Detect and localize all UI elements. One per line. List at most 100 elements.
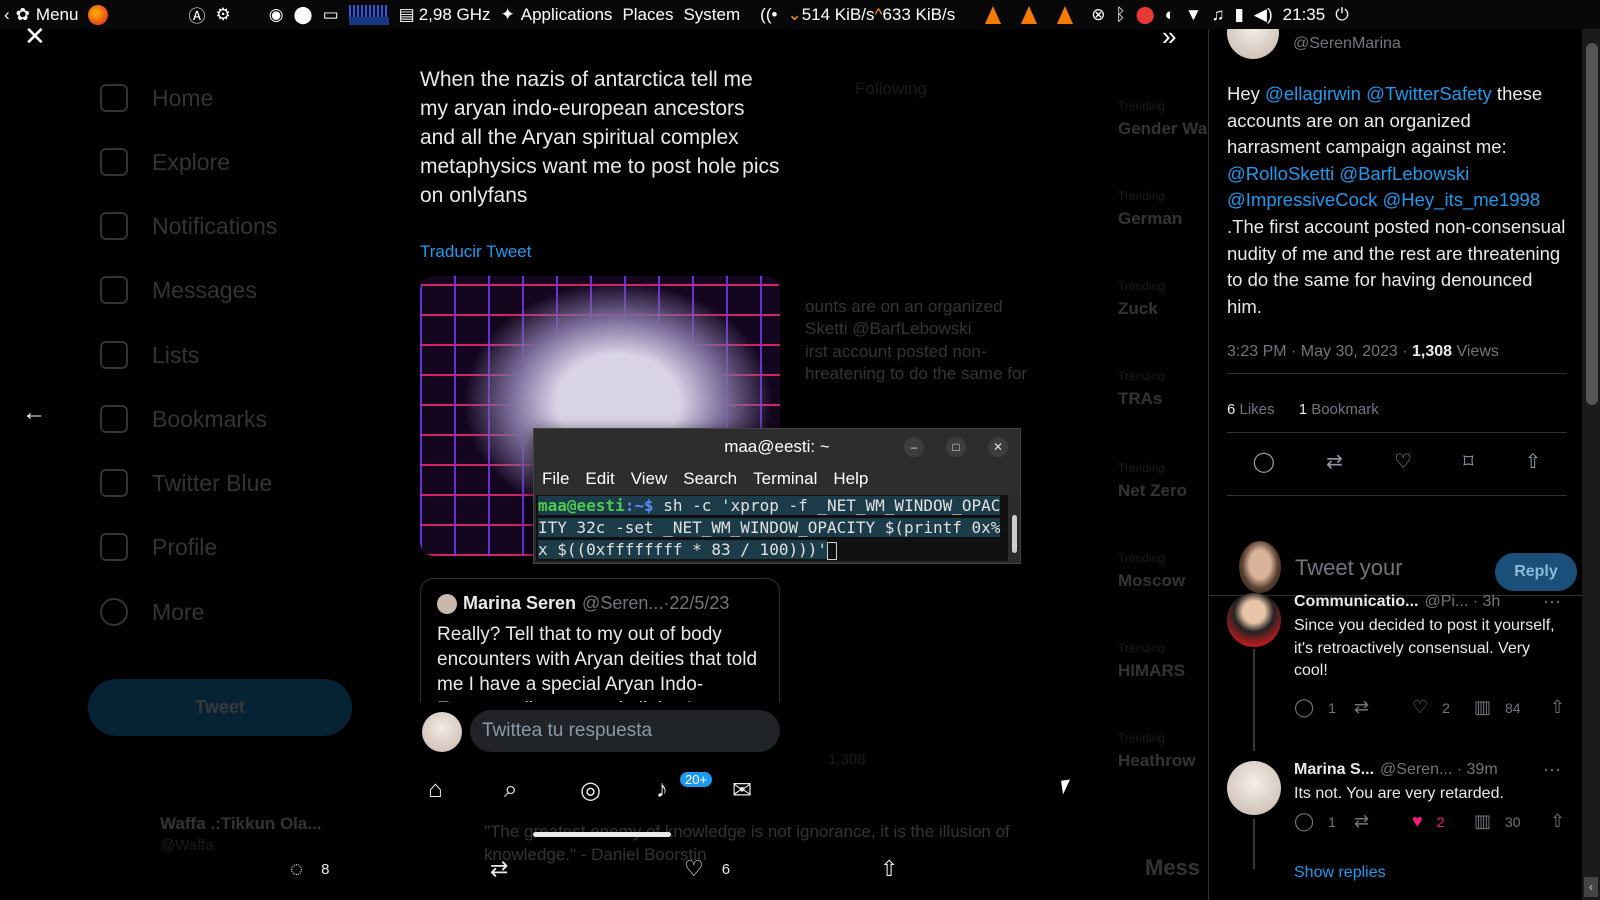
nav-more[interactable]: More: [100, 598, 204, 626]
firefox-icon[interactable]: [88, 4, 109, 25]
settings-icon[interactable]: ⚙: [215, 5, 230, 25]
like-button[interactable]: ♥ 2: [1412, 811, 1444, 832]
nav-explore[interactable]: Explore: [100, 148, 230, 176]
reply-button[interactable]: ◯ 1: [1294, 697, 1336, 718]
volume-icon[interactable]: ◀): [1254, 5, 1273, 25]
reply-icon[interactable]: ◯: [1253, 449, 1275, 474]
more-icon[interactable]: ···: [1543, 591, 1561, 612]
nav-notifications[interactable]: Notifications: [100, 212, 277, 240]
bluetooth-icon[interactable]: ᛒ: [1115, 5, 1125, 25]
mention-link[interactable]: @RolloSketti @BarfLebowski @ImpressiveCo…: [1227, 163, 1540, 211]
wifi-icon[interactable]: ((•: [760, 5, 777, 25]
bg-trend[interactable]: Trending Moscow: [1118, 551, 1185, 591]
retweet-button[interactable]: ⇄: [1354, 811, 1383, 832]
heart-icon[interactable]: ♡: [1394, 449, 1412, 474]
like-button[interactable]: ♡ 2: [1412, 697, 1450, 718]
translate-tweet-link[interactable]: Traducir Tweet: [420, 242, 532, 262]
panel-left-arrow-icon[interactable]: ‹: [4, 5, 10, 25]
nav-lists[interactable]: Lists: [100, 341, 199, 369]
more-icon[interactable]: ···: [1543, 759, 1561, 780]
vlc-icon[interactable]: [1021, 5, 1038, 24]
menu-edit[interactable]: Edit: [585, 469, 614, 489]
quoted-tweet[interactable]: Marina Seren @Seren...·22/5/23 Really? T…: [420, 578, 780, 708]
show-replies-link[interactable]: Show replies: [1294, 864, 1386, 882]
app-launcher-icon[interactable]: ◉: [269, 5, 284, 25]
accessibility-icon[interactable]: Ⓐ: [188, 2, 205, 27]
share-button[interactable]: ⇧: [1550, 811, 1579, 832]
back-arrow-icon[interactable]: ←: [22, 399, 46, 427]
window-scrollbar[interactable]: ‹: [1582, 29, 1600, 900]
update-icon[interactable]: ⬤: [1136, 5, 1155, 25]
bg-tweet-button[interactable]: Tweet: [88, 679, 352, 736]
bg-messages-drawer[interactable]: Mess: [1145, 855, 1200, 881]
places-menu[interactable]: Places: [622, 5, 673, 25]
compose-input[interactable]: Tweet your: [1295, 555, 1403, 581]
bg-trend[interactable]: Trending HIMARS: [1118, 641, 1185, 681]
reply-button[interactable]: Reply: [1495, 553, 1577, 591]
share-button[interactable]: ⇧: [1550, 697, 1579, 718]
reply-button[interactable]: ◯ 1: [1294, 811, 1336, 832]
close-icon[interactable]: ✕: [24, 21, 46, 52]
tweet-author[interactable]: @SerenMarina: [1227, 29, 1401, 59]
bg-trend[interactable]: Trending Gender Wa: [1118, 99, 1207, 139]
bg-trend[interactable]: Trending TRAs: [1118, 369, 1165, 409]
opera-icon[interactable]: ⬤: [294, 5, 313, 25]
nav-bookmarks[interactable]: Bookmarks: [100, 405, 267, 433]
system-menu[interactable]: System: [683, 5, 740, 25]
scrollbar-thumb[interactable]: [1586, 43, 1598, 405]
menu-view[interactable]: View: [631, 469, 668, 489]
share-button[interactable]: ⇧: [880, 856, 916, 882]
terminal-output[interactable]: maa@eesti:~$ sh -c 'xprop -f _NET_WM_WIN…: [536, 495, 1008, 561]
bell-icon[interactable]: ♪: [656, 776, 668, 804]
retweet-button[interactable]: ⇄: [1354, 697, 1383, 718]
vlc-icon[interactable]: [1057, 5, 1074, 24]
home-icon[interactable]: ⌂: [428, 776, 443, 804]
retweet-icon[interactable]: ⇄: [1326, 449, 1343, 474]
mail-icon[interactable]: ✉: [732, 776, 752, 805]
nav-home[interactable]: Home: [100, 84, 213, 112]
maximize-icon[interactable]: □: [946, 437, 966, 457]
menu-search[interactable]: Search: [683, 469, 737, 489]
views-button[interactable]: ▥ 84: [1474, 697, 1521, 718]
bg-trend[interactable]: Trending Zuck: [1118, 279, 1165, 319]
xbox-icon[interactable]: ⊗: [1091, 5, 1105, 25]
terminal-titlebar[interactable]: maa@eesti: ~ – □ ✕: [534, 429, 1020, 465]
vlc-icon[interactable]: [985, 5, 1002, 24]
terminal-window[interactable]: maa@eesti: ~ – □ ✕ File Edit View Search…: [533, 428, 1021, 564]
scroll-left-arrow-icon[interactable]: ‹: [1584, 877, 1598, 897]
minimize-icon[interactable]: –: [904, 437, 924, 457]
likes-stat[interactable]: 6 Likes: [1227, 401, 1275, 418]
spaces-icon[interactable]: ◎: [580, 776, 601, 805]
bg-tab-following[interactable]: Following: [855, 79, 927, 99]
share-icon[interactable]: ⇧: [1525, 449, 1542, 474]
terminal-scrollbar[interactable]: [1012, 515, 1017, 553]
applications-menu[interactable]: ✦ Applications: [501, 5, 613, 25]
views-button[interactable]: ▥ 30: [1474, 811, 1521, 832]
menu-help[interactable]: Help: [833, 469, 868, 489]
bg-account-name[interactable]: Waffa .:Tikkun Ola...: [160, 814, 322, 834]
bg-trend[interactable]: Trending German: [1118, 189, 1182, 229]
bookmarks-stat[interactable]: 1 Bookmark: [1299, 401, 1379, 418]
search-icon[interactable]: ⌕: [504, 776, 517, 804]
bg-trend[interactable]: Trending Net Zero: [1118, 461, 1187, 501]
nav-profile[interactable]: Profile: [100, 533, 217, 561]
wifi-signal-icon[interactable]: ▼: [1185, 5, 1202, 25]
battery-icon[interactable]: ▮: [1235, 5, 1244, 25]
menu-terminal[interactable]: Terminal: [753, 469, 817, 489]
like-button[interactable]: ♡ 6: [684, 856, 730, 882]
power-icon[interactable]: ⏻: [1335, 5, 1348, 25]
reply-input[interactable]: Twittea tu respuesta: [470, 710, 780, 752]
nav-messages[interactable]: Messages: [100, 276, 257, 304]
panel-clock[interactable]: 21:35: [1283, 5, 1326, 25]
bookmark-icon[interactable]: ⌑: [1463, 449, 1473, 474]
collapse-chevron-icon[interactable]: »: [1162, 21, 1176, 52]
menu-file[interactable]: File: [542, 469, 569, 489]
reply-button[interactable]: ◌ 8: [290, 856, 329, 882]
mention-link[interactable]: @ellagirwin @TwitterSafety: [1265, 83, 1492, 104]
terminal-launcher-icon[interactable]: ▭: [323, 5, 339, 25]
close-icon[interactable]: ✕: [988, 437, 1008, 457]
notification-bell-icon[interactable]: ♫: [1212, 5, 1225, 25]
retweet-button[interactable]: ⇄: [490, 856, 526, 882]
bg-trend[interactable]: Trending Heathrow: [1118, 731, 1195, 771]
nav-twitter-blue[interactable]: Twitter Blue: [100, 469, 272, 497]
